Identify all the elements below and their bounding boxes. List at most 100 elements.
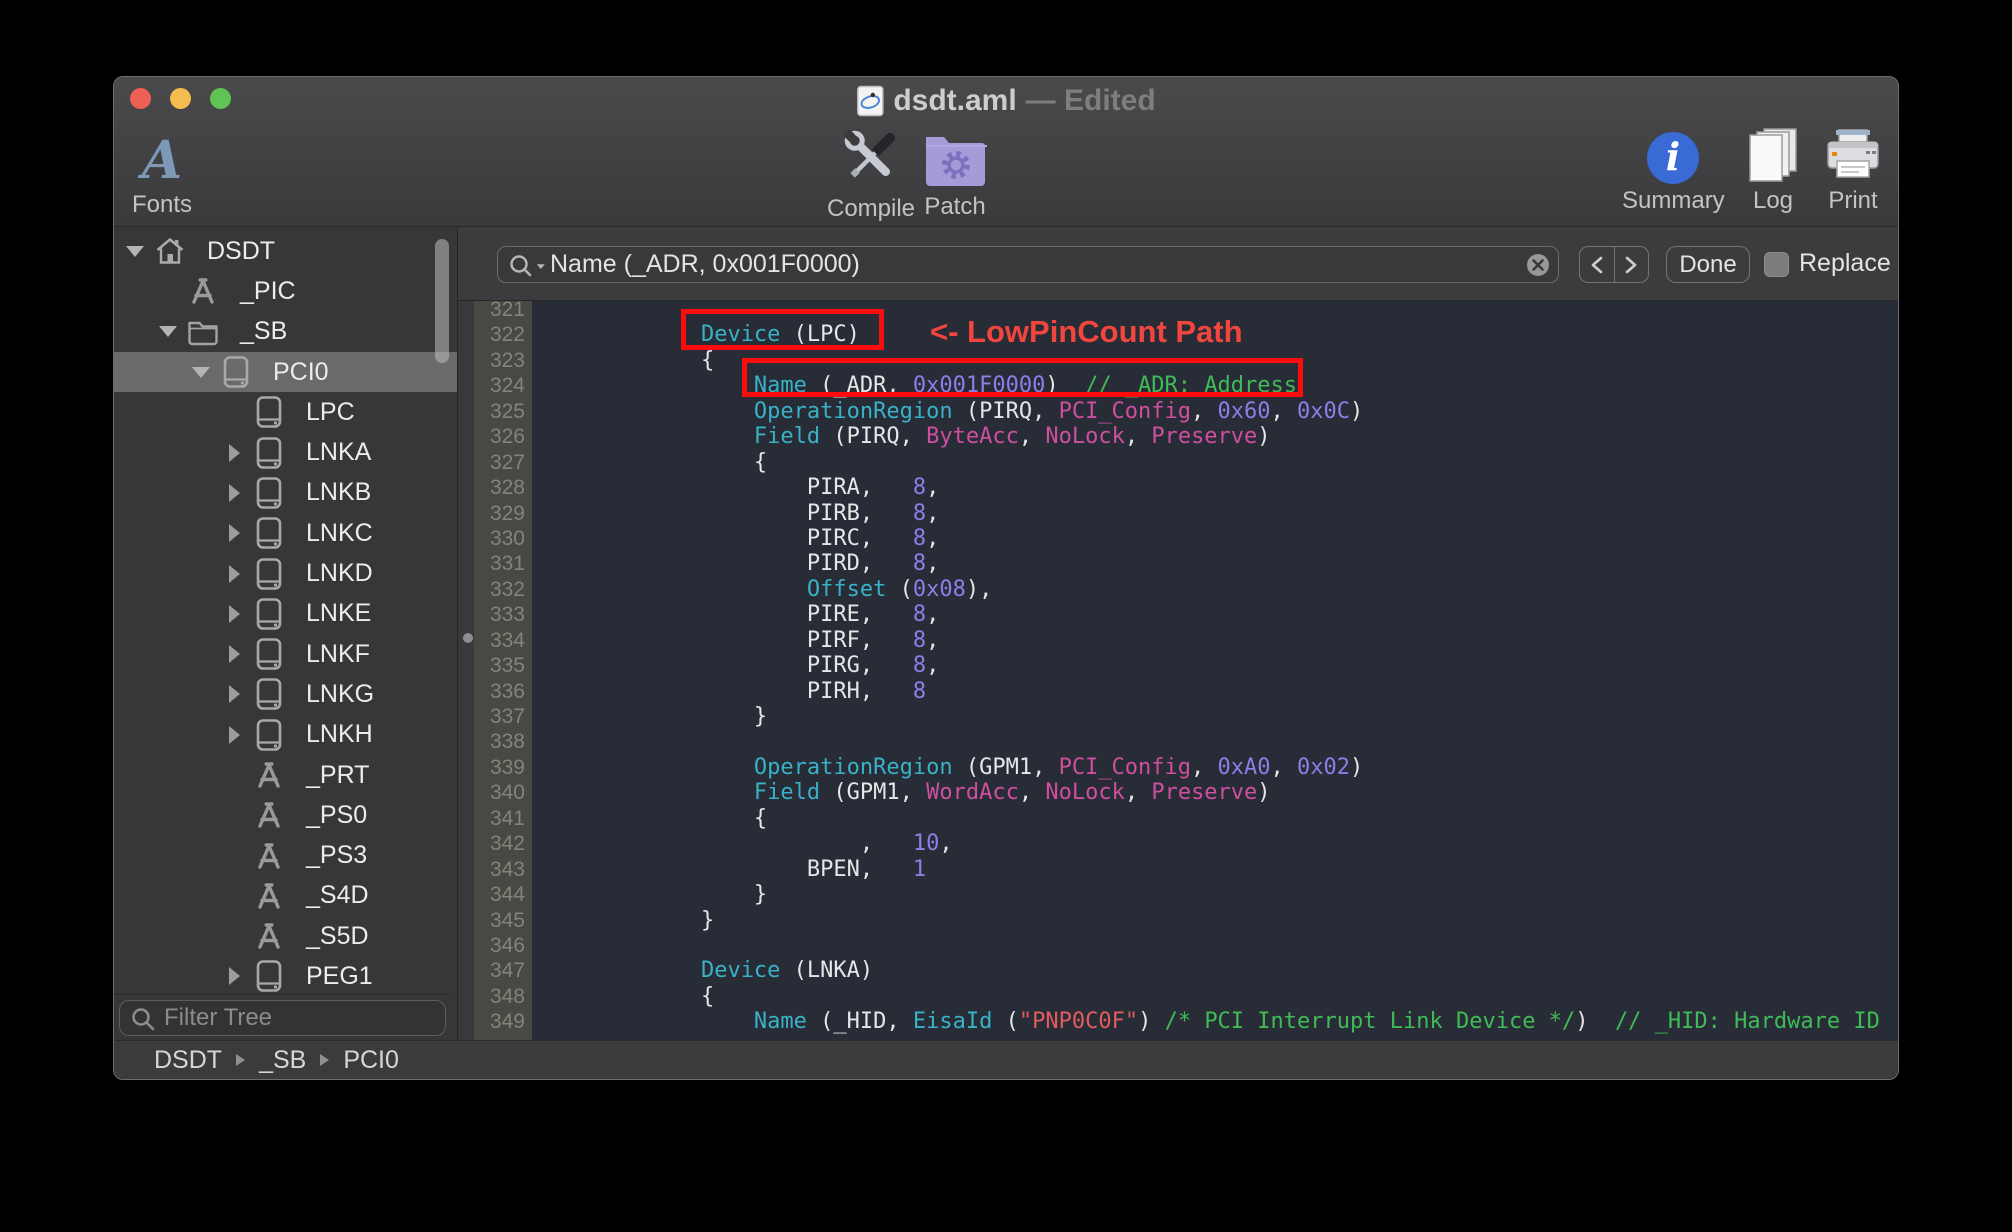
code-line-343[interactable]: 343 BPEN, 1 <box>458 857 1898 882</box>
filter-tree-input[interactable] <box>164 1001 437 1035</box>
code-line-331[interactable]: 331 PIRD, 8, <box>458 551 1898 576</box>
disclosure-open-icon[interactable] <box>124 243 146 259</box>
code-line-341[interactable]: 341 { <box>458 806 1898 831</box>
annotation-box-device-lpc <box>681 309 884 350</box>
tree-item-lnkf[interactable]: LNKF <box>114 634 457 674</box>
search-field <box>497 246 1559 283</box>
disclosure-closed-icon[interactable] <box>223 645 245 664</box>
disclosure-closed-icon[interactable] <box>223 564 245 583</box>
find-next-button[interactable] <box>1613 247 1649 282</box>
replace-checkbox[interactable] <box>1764 252 1789 277</box>
minimize-button[interactable] <box>170 88 191 109</box>
disclosure-closed-icon[interactable] <box>223 685 245 704</box>
search-input[interactable] <box>550 250 1558 279</box>
code-line-328[interactable]: 328 PIRA, 8, <box>458 475 1898 500</box>
printer-icon <box>1824 129 1882 185</box>
code-line-338[interactable]: 338 <box>458 729 1898 754</box>
tree-item-label: LNKG <box>306 679 375 708</box>
code-line-334[interactable]: 334 PIRF, 8, <box>458 628 1898 653</box>
log-button[interactable]: Log <box>1744 127 1802 215</box>
line-content: BPEN, 1 <box>542 856 927 882</box>
close-button[interactable] <box>130 88 151 109</box>
tree-item-_pic[interactable]: _PIC <box>114 271 457 311</box>
summary-button[interactable]: i Summary <box>1622 131 1725 215</box>
code-line-348[interactable]: 348 { <box>458 984 1898 1009</box>
breadcrumb-item-dsdt[interactable]: DSDT <box>154 1046 222 1075</box>
print-button[interactable]: Print <box>1824 129 1882 215</box>
code-line-336[interactable]: 336 PIRH, 8 <box>458 679 1898 704</box>
breadcrumb-item-pci0[interactable]: PCI0 <box>343 1046 399 1075</box>
disclosure-closed-icon[interactable] <box>223 524 245 543</box>
code-line-344[interactable]: 344 } <box>458 882 1898 907</box>
line-content: { <box>542 805 768 831</box>
disclosure-open-icon[interactable] <box>157 324 179 340</box>
tree-item-lnkd[interactable]: LNKD <box>114 553 457 593</box>
line-content: PIRG, 8, <box>542 653 940 679</box>
line-number: 342 <box>489 832 525 856</box>
tree-item-lnke[interactable]: LNKE <box>114 594 457 634</box>
code-line-333[interactable]: 333 PIRE, 8, <box>458 602 1898 627</box>
line-number: 326 <box>489 425 525 449</box>
tree-item-lnka[interactable]: LNKA <box>114 432 457 472</box>
code-line-340[interactable]: 340 Field (GPM1, WordAcc, NoLock, Preser… <box>458 780 1898 805</box>
search-icon[interactable] <box>508 253 550 279</box>
fonts-button[interactable]: A Fonts <box>132 133 192 219</box>
device-icon <box>253 597 285 631</box>
code-line-330[interactable]: 330 PIRC, 8, <box>458 526 1898 551</box>
code-line-327[interactable]: 327 { <box>458 450 1898 475</box>
tree-item-_ps3[interactable]: _PS3 <box>114 835 457 875</box>
code-line-325[interactable]: 325 OperationRegion (PIRQ, PCI_Config, 0… <box>458 399 1898 424</box>
tree-item-_ps0[interactable]: _PS0 <box>114 795 457 835</box>
find-previous-button[interactable] <box>1580 247 1614 282</box>
code-line-346[interactable]: 346 <box>458 933 1898 958</box>
code-line-335[interactable]: 335 PIRG, 8, <box>458 653 1898 678</box>
disclosure-closed-icon[interactable] <box>223 604 245 623</box>
tree-item-label: _PIC <box>240 276 296 305</box>
code-line-349[interactable]: 349 Name (_HID, EisaId ("PNP0C0F") /* PC… <box>458 1009 1898 1034</box>
disclosure-closed-icon[interactable] <box>223 725 245 744</box>
disclosure-closed-icon[interactable] <box>223 967 245 986</box>
patch-button[interactable]: Patch <box>923 129 987 221</box>
code-line-339[interactable]: 339 OperationRegion (GPM1, PCI_Config, 0… <box>458 755 1898 780</box>
sidebar-scrollbar[interactable] <box>435 239 449 363</box>
tree-item-_prt[interactable]: _PRT <box>114 755 457 795</box>
code-line-347[interactable]: 347 Device (LNKA) <box>458 958 1898 983</box>
tree-item-label: PCI0 <box>273 357 329 386</box>
disclosure-closed-icon[interactable] <box>223 443 245 462</box>
code-line-326[interactable]: 326 Field (PIRQ, ByteAcc, NoLock, Preser… <box>458 424 1898 449</box>
tree-item-_s4d[interactable]: _S4D <box>114 876 457 916</box>
done-button[interactable]: Done <box>1666 246 1750 283</box>
device-icon <box>253 557 285 591</box>
tree-item-lpc[interactable]: LPC <box>114 392 457 432</box>
code-line-345[interactable]: 345 } <box>458 908 1898 933</box>
disclosure-closed-icon[interactable] <box>223 483 245 502</box>
code-line-342[interactable]: 342 , 10, <box>458 831 1898 856</box>
line-content: { <box>542 449 768 475</box>
clear-search-icon[interactable] <box>1526 253 1550 277</box>
code-editor[interactable]: 321 322 Device (LPC) 323 {324 Name (_ADR, … <box>458 301 1898 1040</box>
tree-item-lnkb[interactable]: LNKB <box>114 473 457 513</box>
compile-button[interactable]: Compile <box>827 121 915 223</box>
line-number: 335 <box>489 654 525 678</box>
pane-splitter-handle[interactable] <box>463 633 473 643</box>
breadcrumb-item-_sb[interactable]: _SB <box>259 1046 306 1075</box>
disclosure-open-icon[interactable] <box>190 364 212 380</box>
code-line-332[interactable]: 332 Offset (0x08), <box>458 577 1898 602</box>
tree-item-peg1[interactable]: PEG1 <box>114 956 457 996</box>
tree-item-_s5d[interactable]: _S5D <box>114 916 457 956</box>
line-number: 331 <box>489 552 525 576</box>
tree-item-lnkg[interactable]: LNKG <box>114 674 457 714</box>
tree-item-lnkh[interactable]: LNKH <box>114 715 457 755</box>
code-line-337[interactable]: 337 } <box>458 704 1898 729</box>
patch-folder-icon <box>923 129 987 191</box>
tree-item-_sb[interactable]: _SB <box>114 312 457 352</box>
tree-item-lnkc[interactable]: LNKC <box>114 513 457 553</box>
tree-item-dsdt[interactable]: DSDT <box>114 231 457 271</box>
code-line-329[interactable]: 329 PIRB, 8, <box>458 501 1898 526</box>
device-icon <box>253 959 285 993</box>
zoom-button[interactable] <box>210 88 231 109</box>
method-icon <box>253 839 285 873</box>
tree-item-pci0[interactable]: PCI0 <box>114 351 457 393</box>
